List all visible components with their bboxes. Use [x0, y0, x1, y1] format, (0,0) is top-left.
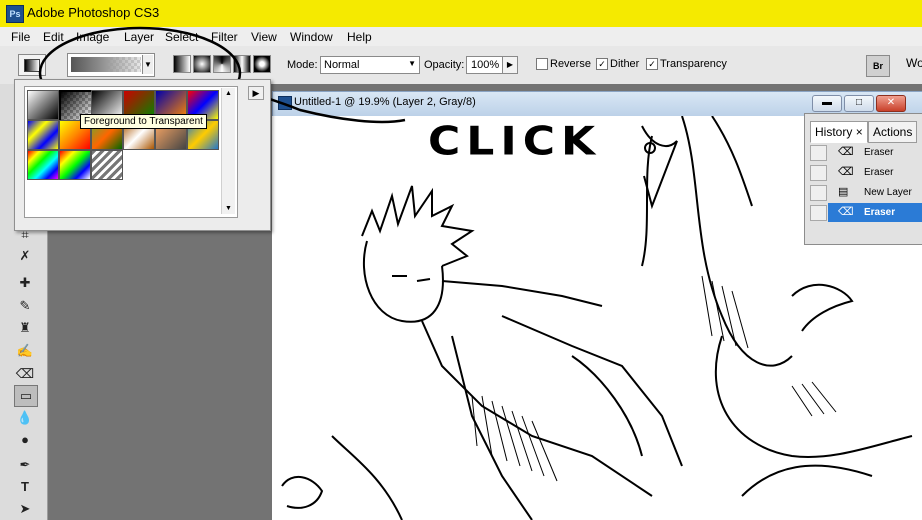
picker-menu-arrow-icon[interactable]: ▶ — [248, 86, 264, 100]
eraser-icon: ⌫ — [838, 166, 854, 178]
eraser-icon: ⌫ — [838, 146, 854, 158]
picker-scrollbar[interactable]: ▲ ▼ — [221, 88, 235, 214]
gradient-swatch[interactable] — [27, 120, 59, 150]
history-snapshot-box[interactable] — [810, 205, 827, 221]
history-item[interactable]: ▤ New Layer — [808, 183, 922, 202]
history-snapshot-box[interactable] — [810, 165, 827, 181]
history-item-label: Eraser — [864, 147, 894, 158]
scroll-up-icon[interactable]: ▲ — [225, 90, 232, 97]
gradient-swatch[interactable] — [27, 90, 59, 120]
close-icon[interactable]: × — [856, 125, 863, 139]
history-item[interactable]: ⌫ Eraser — [808, 163, 922, 182]
history-item-label: New Layer — [864, 187, 912, 198]
gradient-tooltip: Foreground to Transparent — [80, 114, 207, 129]
history-snapshot-box[interactable] — [810, 185, 827, 201]
history-item-selected[interactable]: ⌫ Eraser — [808, 203, 922, 222]
gradient-swatch[interactable] — [59, 150, 91, 180]
eraser-icon: ⌫ — [838, 206, 854, 218]
tab-history[interactable]: History × — [810, 121, 868, 143]
history-snapshot-box[interactable] — [810, 145, 827, 161]
new-layer-icon: ▤ — [838, 186, 849, 198]
tab-actions-label: Actions — [873, 125, 913, 139]
tab-history-label: History — [815, 125, 853, 139]
scroll-down-icon[interactable]: ▼ — [225, 205, 232, 212]
gradient-swatch[interactable] — [27, 150, 59, 180]
annotation-text: CLICK — [428, 118, 602, 165]
gradient-swatch[interactable] — [91, 150, 123, 180]
history-item[interactable]: ⌫ Eraser — [808, 143, 922, 162]
history-item-label: Eraser — [864, 167, 894, 178]
history-item-label: Eraser — [864, 207, 896, 218]
tab-actions[interactable]: Actions — [868, 121, 918, 143]
annotation-overlay — [38, 26, 406, 124]
